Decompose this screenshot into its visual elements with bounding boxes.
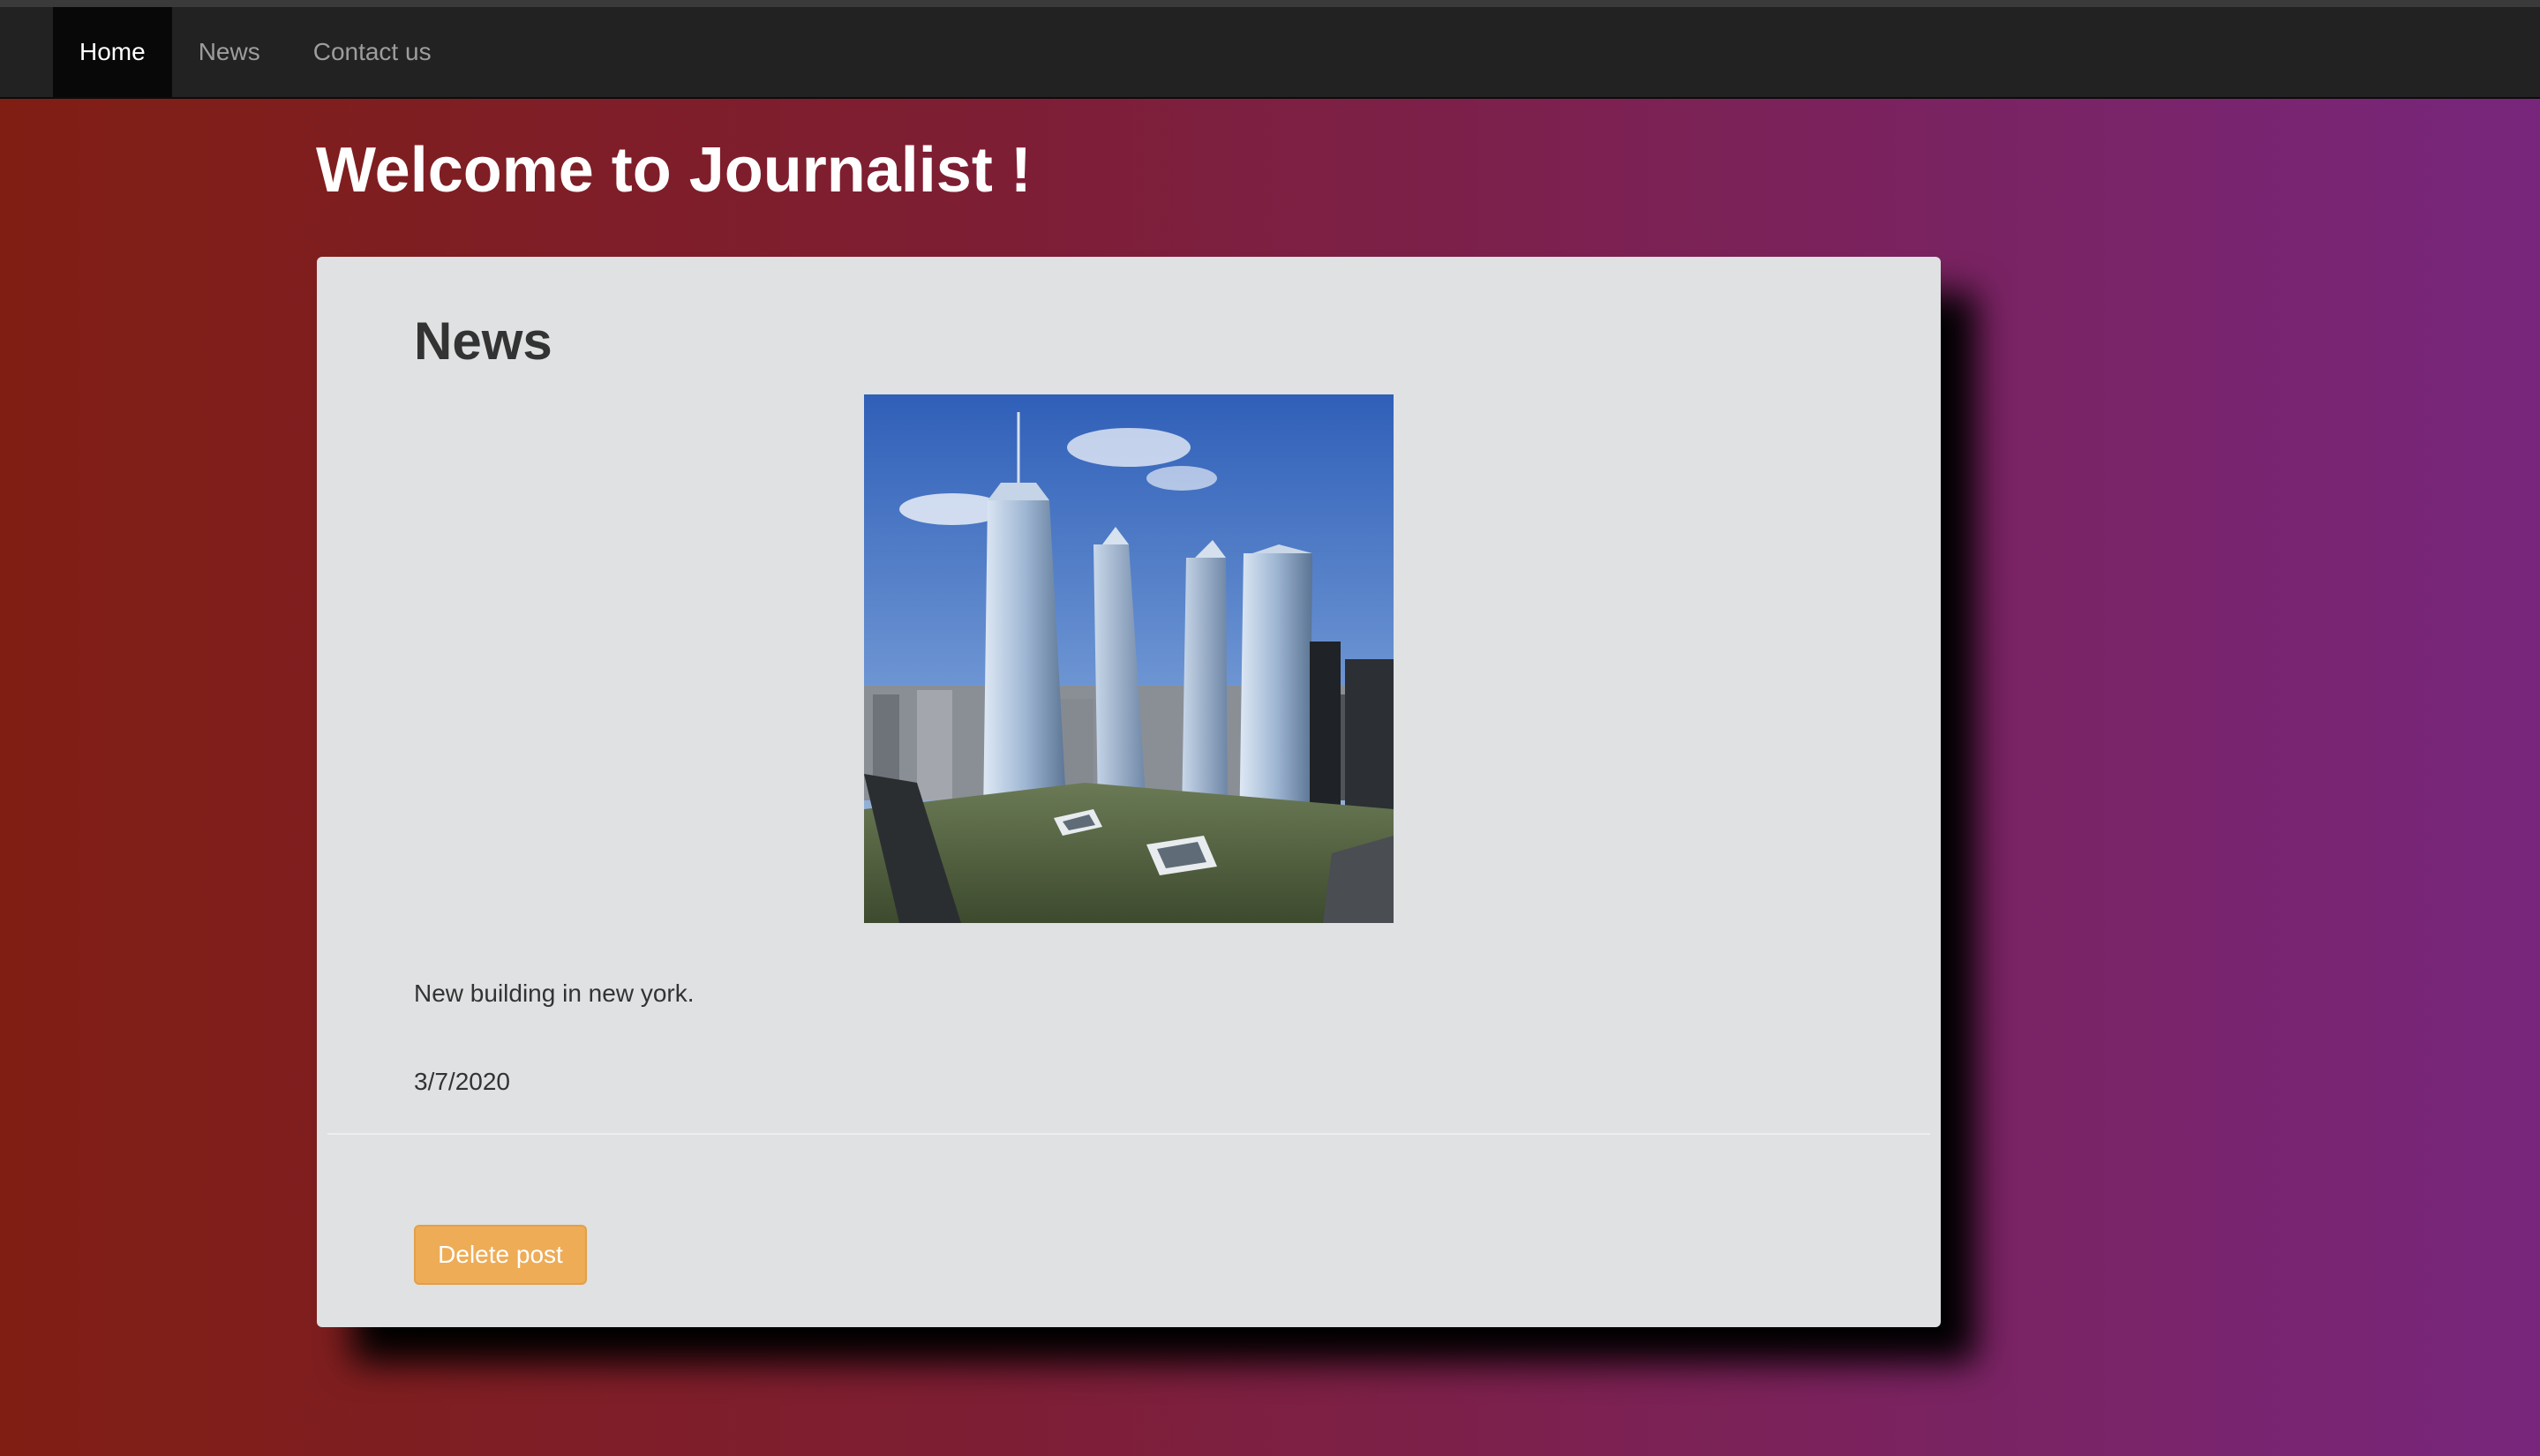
divider: [327, 1133, 1930, 1135]
post-date: 3/7/2020: [414, 1068, 510, 1095]
nav-home-link[interactable]: Home: [53, 7, 172, 97]
nav-news-link[interactable]: News: [172, 7, 287, 97]
post-description: New building in new york.: [414, 979, 695, 1007]
news-post-card: News New building in new york. 3/7/2020 …: [317, 257, 1941, 1327]
delete-post-button[interactable]: Delete post: [414, 1225, 587, 1285]
page-title: Welcome to Journalist !: [316, 135, 1032, 206]
news-image: [864, 394, 1394, 923]
post-section-title: News: [414, 311, 552, 371]
main-nav: Home News Contact us: [53, 7, 458, 97]
top-navbar: Home News Contact us: [0, 0, 2540, 99]
nav-contact-link[interactable]: Contact us: [287, 7, 458, 97]
